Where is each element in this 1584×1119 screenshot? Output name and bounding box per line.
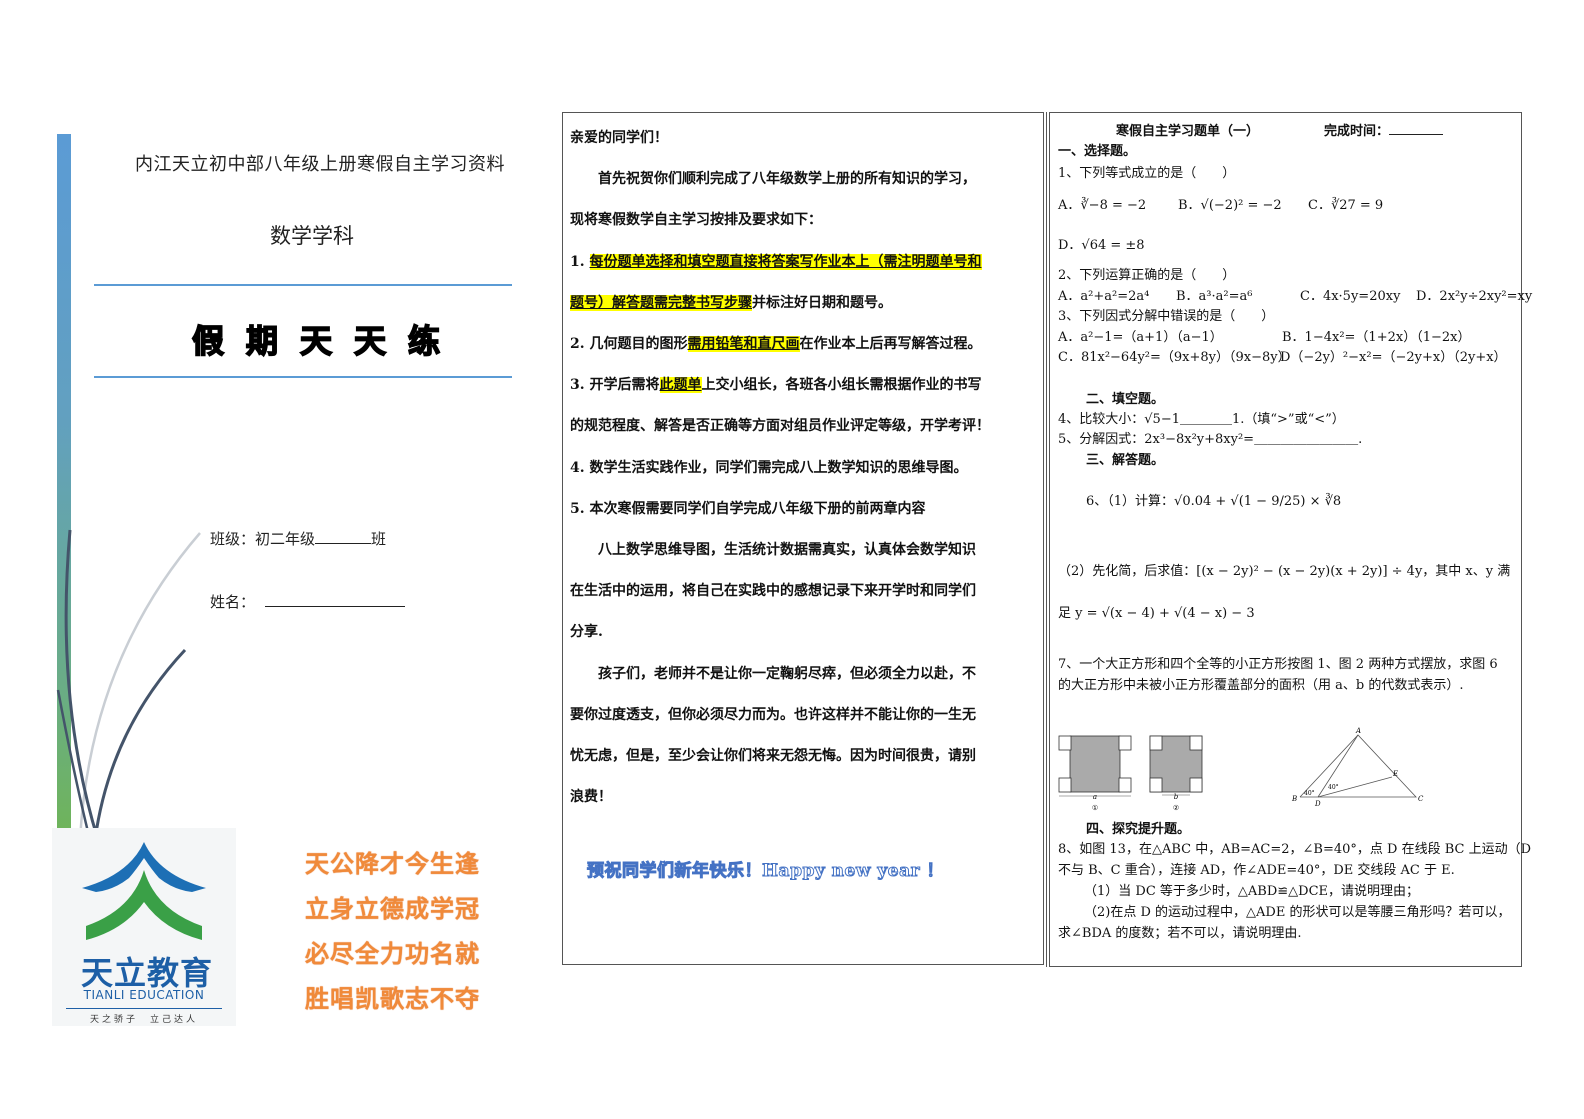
- point-c-label: C: [1418, 795, 1424, 803]
- name-field: 姓名：: [210, 591, 406, 612]
- question-6-2-cont: 足 y = √(x − 4) + √(4 − x) − 3: [1058, 606, 1255, 621]
- class-field: 班级：初二年级 班: [210, 528, 386, 549]
- question-2: 2、下列运算正确的是（ ）: [1058, 268, 1236, 283]
- section-choice: 一、选择题。: [1058, 144, 1137, 159]
- question-7: 7、一个大正方形和四个全等的小正方形按图 1、图 2 两种方式摆放，求图 6: [1058, 657, 1498, 672]
- question-6-2: （2）先化简，后求值：[(x − 2y)² − (x − 2y)(x + 2y)…: [1058, 564, 1511, 579]
- tianli-logo: 天立教育 TIANLI EDUCATION 天之骄子 立己达人: [52, 828, 236, 1026]
- question-1: 1、下列等式成立的是（ ）: [1058, 166, 1236, 181]
- square-figures: a ① b ②: [1058, 735, 1203, 812]
- letter-para3-1: 孩子们，老师并不是让你一定鞠躬尽瘁，但必须全力以赴，不: [598, 665, 976, 682]
- point-d-label: D: [1314, 800, 1321, 807]
- completion-time: 完成时间：: [1324, 120, 1444, 139]
- letter-para3-3: 忧无虑，但是，至少会让你们将来无怨无悔。因为时间很贵，请别: [570, 748, 976, 765]
- letter-item-3: 3. 开学后需将此题单上交小组长，各班各小组长需根据作业的书写: [570, 377, 982, 394]
- logo-divider: [66, 1008, 222, 1009]
- letter-item-4: 4. 数学生活实践作业，同学们需完成八上数学知识的思维导图。: [570, 459, 968, 476]
- letter-item-1-cont: 题号）解答题需完整书写步骤并标注好日期和题号。: [570, 294, 892, 311]
- worksheet-title: 寒假自主学习题单（一）: [1116, 124, 1260, 139]
- poem-line: 立身立德成学冠: [305, 895, 480, 923]
- class-blank[interactable]: [315, 529, 372, 544]
- class-suffix: 班: [371, 530, 387, 548]
- cover-divider-bottom: [94, 376, 512, 378]
- letter-para2-3: 分享.: [570, 624, 603, 641]
- motto-poem: 天公降才今生逢 立身立德成学冠 必尽全力功名就 胜唱凯歌志不夺: [305, 842, 480, 1022]
- q2-option-b: B．a³·a²=a⁶: [1176, 289, 1253, 304]
- letter-intro-1: 首先祝贺你们顺利完成了八年级数学上册的所有知识的学习，: [598, 171, 976, 188]
- cover-title: 内江天立初中部八年级上册寒假自主学习资料: [135, 154, 505, 175]
- class-label: 班级：初二年级: [210, 530, 316, 548]
- cover-banner: 假期天天练: [191, 321, 463, 361]
- highlight: 需用铅笔和直尺画: [687, 336, 800, 353]
- question-8-part-2-cont: 求∠BDA 的度数；若不可以，请说明理由.: [1058, 926, 1302, 941]
- section-explore: 四、探究提升题。: [1086, 822, 1191, 837]
- completion-time-blank[interactable]: [1389, 120, 1444, 135]
- q2-option-c: C．4x·5y=20xy: [1300, 289, 1401, 304]
- q1-option-b: B．√(−2)² = −2: [1178, 198, 1282, 213]
- panel-double-border: [1046, 112, 1047, 967]
- letter-para3-4: 浪费！: [570, 789, 612, 806]
- highlight: 此题单: [659, 377, 702, 394]
- point-b-label: B: [1291, 795, 1297, 803]
- angle-ade-label: 40°: [1328, 784, 1339, 791]
- letter-para2-2: 在生活中的运用，将自己在实践中的感想记录下来开学时和同学们: [570, 583, 976, 600]
- figure-2-caption: ②: [1173, 804, 1179, 812]
- poem-line: 天公降才今生逢: [305, 850, 480, 878]
- point-e-label: E: [1392, 770, 1398, 778]
- letter-salutation: 亲爱的同学们！: [570, 130, 668, 146]
- point-a-label: A: [1355, 727, 1361, 735]
- figure-2-label: b: [1174, 793, 1179, 801]
- figure-2: [1149, 735, 1203, 796]
- figure-1: [1058, 735, 1132, 797]
- letter-item-5: 5. 本次寒假需要同学们自学完成八年级下册的前两章内容: [570, 500, 926, 517]
- question-4: 4、比较大小：√5−1＿＿＿＿1.（填“>”或“<”）: [1058, 412, 1345, 427]
- question-8-part-1: （1）当 DC 等于多少时，△ABD≌△DCE，请说明理由；: [1084, 884, 1420, 899]
- q3-option-d: D（−2y）²−x²=（−2y+x）（2y+x）: [1280, 350, 1507, 365]
- letter-body: 亲爱的同学们！ 首先祝贺你们顺利完成了八年级数学上册的所有知识的学习， 现将寒假…: [570, 118, 1040, 818]
- cover-divider-top: [94, 284, 512, 286]
- angle-b-label: 40°: [1304, 790, 1315, 797]
- question-5: 5、分解因式：2x³−8x²y+8xy²=＿＿＿＿＿＿＿＿.: [1058, 432, 1363, 447]
- cover-subject: 数学学科: [270, 224, 354, 248]
- q2-option-d: D．2x²y÷2xy²=xy: [1416, 289, 1533, 304]
- highlight: 每份题单选择和填空题直接将答案写作业本上（需注明题单号和: [589, 253, 982, 270]
- q1-option-c: C．∛27 = 9: [1308, 198, 1384, 213]
- letter-item-2: 2. 几何题目的图形需用铅笔和直尺画在作业本上后再写解答过程。: [570, 336, 982, 353]
- figure-1-caption: ①: [1092, 804, 1098, 812]
- question-8: 8、如图 13，在△ABC 中，AB=AC=2，∠B=40°，点 D 在线段 B…: [1058, 842, 1532, 857]
- q3-option-b: B．1−4x²=（1+2x）（1−2x）: [1282, 330, 1471, 345]
- letter-item-1: 1. 每份题单选择和填空题直接将答案写作业本上（需注明题单号和: [570, 253, 982, 270]
- q3-option-c: C．81x²−64y²=（9x+8y）（9x−8y）: [1058, 350, 1291, 365]
- highlight: 题号）解答题需完整书写步骤: [570, 294, 752, 311]
- letter-item-3-cont: 的规范程度、解答是否正确等方面对组员作业评定等级，开学考评！: [570, 418, 990, 435]
- q2-option-a: A．a²+a²=2a⁴: [1058, 289, 1150, 304]
- question-6-1: 6、（1）计算：√0.04 + √(1 − 9/25) × ∛8: [1086, 494, 1342, 509]
- poem-line: 胜唱凯歌志不夺: [305, 985, 480, 1013]
- poem-line: 必尽全力功名就: [305, 940, 480, 968]
- letter-para3-2: 要你过度透支，但你必须尽力而为。也许这样并不能让你的一生无: [570, 706, 976, 723]
- letter-intro-2: 现将寒假数学自主学习按排及要求如下：: [570, 212, 822, 229]
- section-answer: 三、解答题。: [1086, 453, 1165, 468]
- question-8-cont: 不与 B、C 重合），连接 AD，作∠ADE=40°，DE 交线段 AC 于 E…: [1058, 863, 1455, 878]
- question-8-part-2: （2)在点 D 的运动过程中，△ADE 的形状可以是等腰三角形吗？若可以，: [1084, 905, 1511, 920]
- figure-1-label: a: [1093, 793, 1097, 801]
- letter-para2-1: 八上数学思维导图，生活统计数据需真实，认真体会数学知识: [598, 542, 976, 559]
- logo-motto: 天之骄子 立己达人: [89, 1015, 198, 1025]
- logo-wings-icon: [82, 842, 206, 940]
- new-year-greeting: 预祝同学们新年快乐！Happy new year ！: [587, 861, 944, 882]
- question-7-cont: 的大正方形中未被小正方形覆盖部分的面积（用 a、b 的代数式表示）.: [1058, 678, 1464, 693]
- q1-option-a: A．∛−8 = −2: [1058, 198, 1147, 213]
- name-blank[interactable]: [265, 592, 406, 607]
- section-fill: 二、填空题。: [1086, 392, 1165, 407]
- question-3: 3、下列因式分解中错误的是（ ）: [1058, 309, 1275, 324]
- triangle-figure: A B C D E 40° 40°: [1291, 727, 1424, 807]
- q1-option-d: D．√64 = ±8: [1058, 238, 1145, 253]
- name-label: 姓名：: [210, 593, 256, 611]
- logo-english-name: TIANLI EDUCATION: [83, 988, 205, 1002]
- q3-option-a: A．a²−1=（a+1）（a−1）: [1058, 330, 1223, 345]
